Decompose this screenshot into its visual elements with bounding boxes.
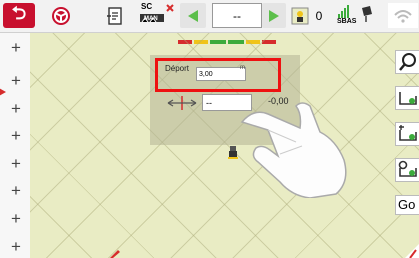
- sc-label: SC: [141, 2, 153, 11]
- plus-icon[interactable]: +: [6, 181, 26, 201]
- position-marker-icon: [110, 250, 120, 258]
- gps-label: SBAS: [337, 18, 357, 25]
- man-label: MAN: [144, 16, 158, 22]
- corner-indicator-icon: [405, 244, 419, 258]
- field-button[interactable]: [290, 3, 310, 28]
- plus-icon[interactable]: +: [6, 237, 26, 257]
- nav-value-field[interactable]: --: [212, 3, 262, 28]
- gps-status[interactable]: SBAS: [336, 3, 376, 28]
- steering-icon: [52, 6, 70, 25]
- field-count: 0: [315, 8, 323, 23]
- arrow-right-icon: [269, 9, 279, 22]
- back-button[interactable]: ⮌: [3, 3, 35, 28]
- plus-icon[interactable]: +: [6, 99, 26, 119]
- back-icon: ⮌: [11, 2, 27, 23]
- plus-icon[interactable]: +: [6, 209, 26, 229]
- search-button[interactable]: [395, 50, 419, 74]
- wifi-icon: [394, 9, 412, 23]
- guide-pivot-icon: [398, 125, 417, 141]
- plus-icon[interactable]: +: [6, 126, 26, 146]
- guide-settings-button[interactable]: [395, 158, 419, 182]
- hand-pointer-icon: [240, 102, 347, 198]
- wifi-button[interactable]: [388, 3, 418, 28]
- guide-pivot-button[interactable]: [395, 122, 419, 146]
- tractor-icon: [228, 146, 238, 159]
- next-button[interactable]: [262, 3, 286, 28]
- document-icon: [107, 6, 122, 25]
- arrow-left-icon: [188, 9, 198, 22]
- guide-line-icon: [398, 92, 417, 105]
- guide-settings-icon: [398, 160, 417, 177]
- plus-icon[interactable]: +: [6, 38, 26, 58]
- steering-button[interactable]: [50, 3, 72, 28]
- document-button[interactable]: [105, 3, 125, 28]
- width-arrows-icon: [167, 96, 197, 110]
- go-button[interactable]: Go: [395, 195, 419, 215]
- top-toolbar: ⮌ SC MAN -- 0 SBAS: [0, 0, 419, 33]
- field-icon: [291, 7, 309, 24]
- left-sidebar: + + + + + + + +: [0, 33, 30, 258]
- search-icon: [398, 53, 416, 71]
- right-sidebar: Go: [395, 50, 419, 258]
- previous-button[interactable]: [180, 3, 206, 28]
- plus-icon[interactable]: +: [6, 71, 26, 91]
- plus-icon[interactable]: +: [6, 154, 26, 174]
- guide-line-button[interactable]: [395, 86, 419, 110]
- sc-man-button[interactable]: SC MAN: [138, 2, 176, 28]
